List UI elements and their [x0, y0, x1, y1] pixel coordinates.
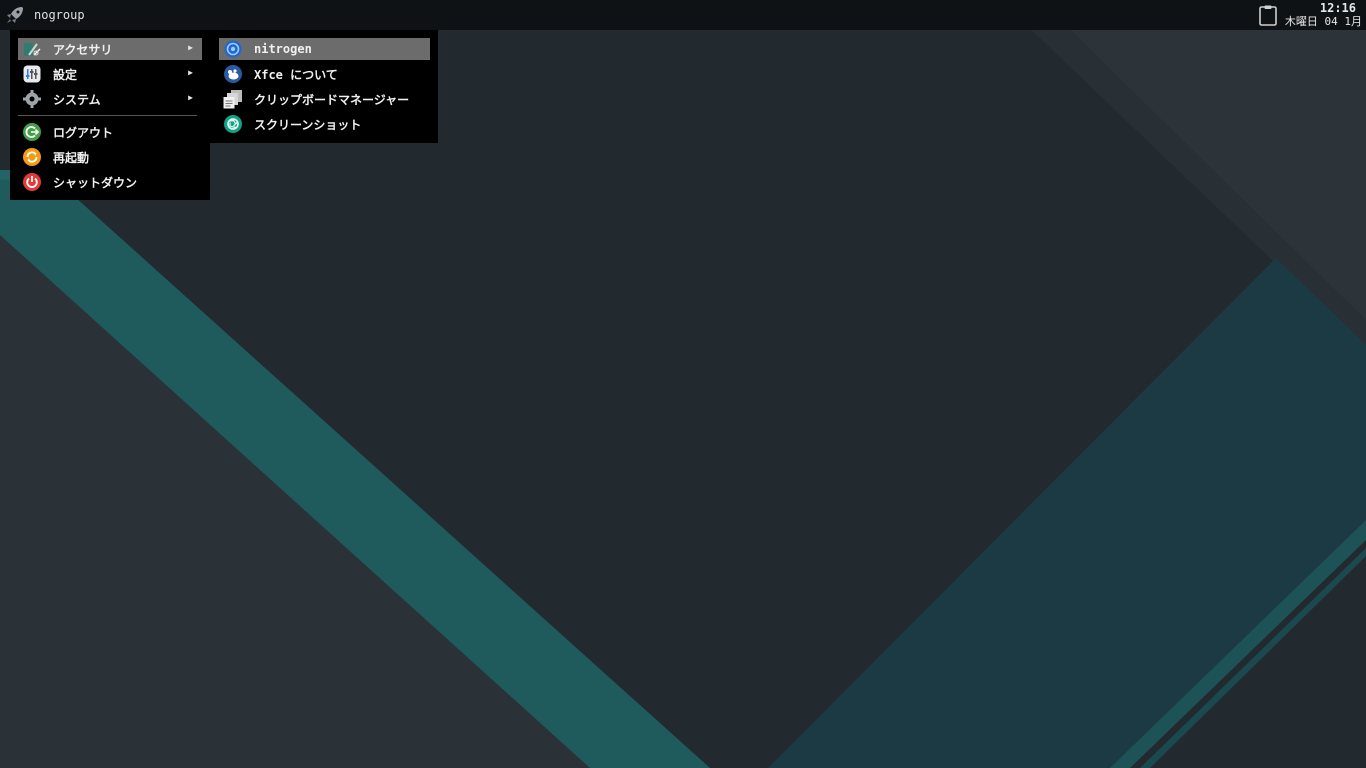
- menu-item-label: スクリーンショット: [254, 117, 362, 132]
- submenu-item-clipboard-manager[interactable]: クリップボードマネージャー: [219, 88, 430, 110]
- submenu-item-screenshot[interactable]: スクリーンショット: [219, 113, 430, 135]
- menu-item-label: クリップボードマネージャー: [254, 92, 410, 107]
- panel-clock[interactable]: 12:16 木曜日 04 1月: [1285, 1, 1362, 29]
- shutdown-icon: [22, 172, 42, 192]
- submenu-item-nitrogen[interactable]: nitrogen: [219, 38, 430, 60]
- application-menu: アクセサリ ▶ 設定 ▶ システム ▶ ログアウト 再起動 シャットダウン: [10, 30, 210, 200]
- menu-item-label: シャットダウン: [53, 175, 138, 190]
- menu-separator: [18, 115, 197, 116]
- settings-icon: [22, 64, 42, 84]
- clock-date: 木曜日 04 1月: [1284, 15, 1362, 28]
- menu-item-label: nitrogen: [254, 42, 312, 56]
- clipboard-manager-icon: [223, 89, 243, 109]
- menu-item-settings[interactable]: 設定 ▶: [18, 63, 202, 85]
- launcher-label: nogroup: [34, 8, 85, 22]
- logout-icon: [22, 122, 42, 142]
- menu-item-shutdown[interactable]: シャットダウン: [18, 171, 202, 193]
- clipboard-tray-icon[interactable]: [1257, 4, 1279, 30]
- rocket-icon: [4, 4, 26, 26]
- menu-item-restart[interactable]: 再起動: [18, 146, 202, 168]
- menu-item-label: アクセサリ: [53, 42, 113, 57]
- menu-item-logout[interactable]: ログアウト: [18, 121, 202, 143]
- restart-icon: [22, 147, 42, 167]
- nitrogen-icon: [223, 39, 243, 59]
- menu-item-label: 再起動: [53, 150, 90, 165]
- menu-item-system[interactable]: システム ▶: [18, 88, 202, 110]
- xfce-mouse-icon: [223, 64, 243, 84]
- submenu-arrow-icon: ▶: [188, 68, 193, 77]
- screenshot-icon: [223, 114, 243, 134]
- application-menu-button[interactable]: nogroup: [4, 4, 85, 26]
- menu-item-label: システム: [53, 92, 101, 107]
- system-gear-icon: [22, 89, 42, 109]
- menu-item-label: 設定: [53, 67, 78, 82]
- submenu-item-about-xfce[interactable]: Xfce について: [219, 63, 430, 85]
- submenu-arrow-icon: ▶: [188, 93, 193, 102]
- menu-item-label: ログアウト: [53, 125, 114, 140]
- menu-item-accessories[interactable]: アクセサリ ▶: [18, 38, 202, 60]
- clock-time: 12:16: [1319, 1, 1356, 15]
- menu-item-label: Xfce について: [254, 67, 338, 82]
- accessories-submenu: nitrogen Xfce について クリップボードマネージャー スクリーンショ…: [210, 30, 438, 143]
- submenu-arrow-icon: ▶: [188, 43, 193, 52]
- top-panel: nogroup 12:16 木曜日 04 1月: [0, 0, 1366, 30]
- accessories-icon: [22, 39, 42, 59]
